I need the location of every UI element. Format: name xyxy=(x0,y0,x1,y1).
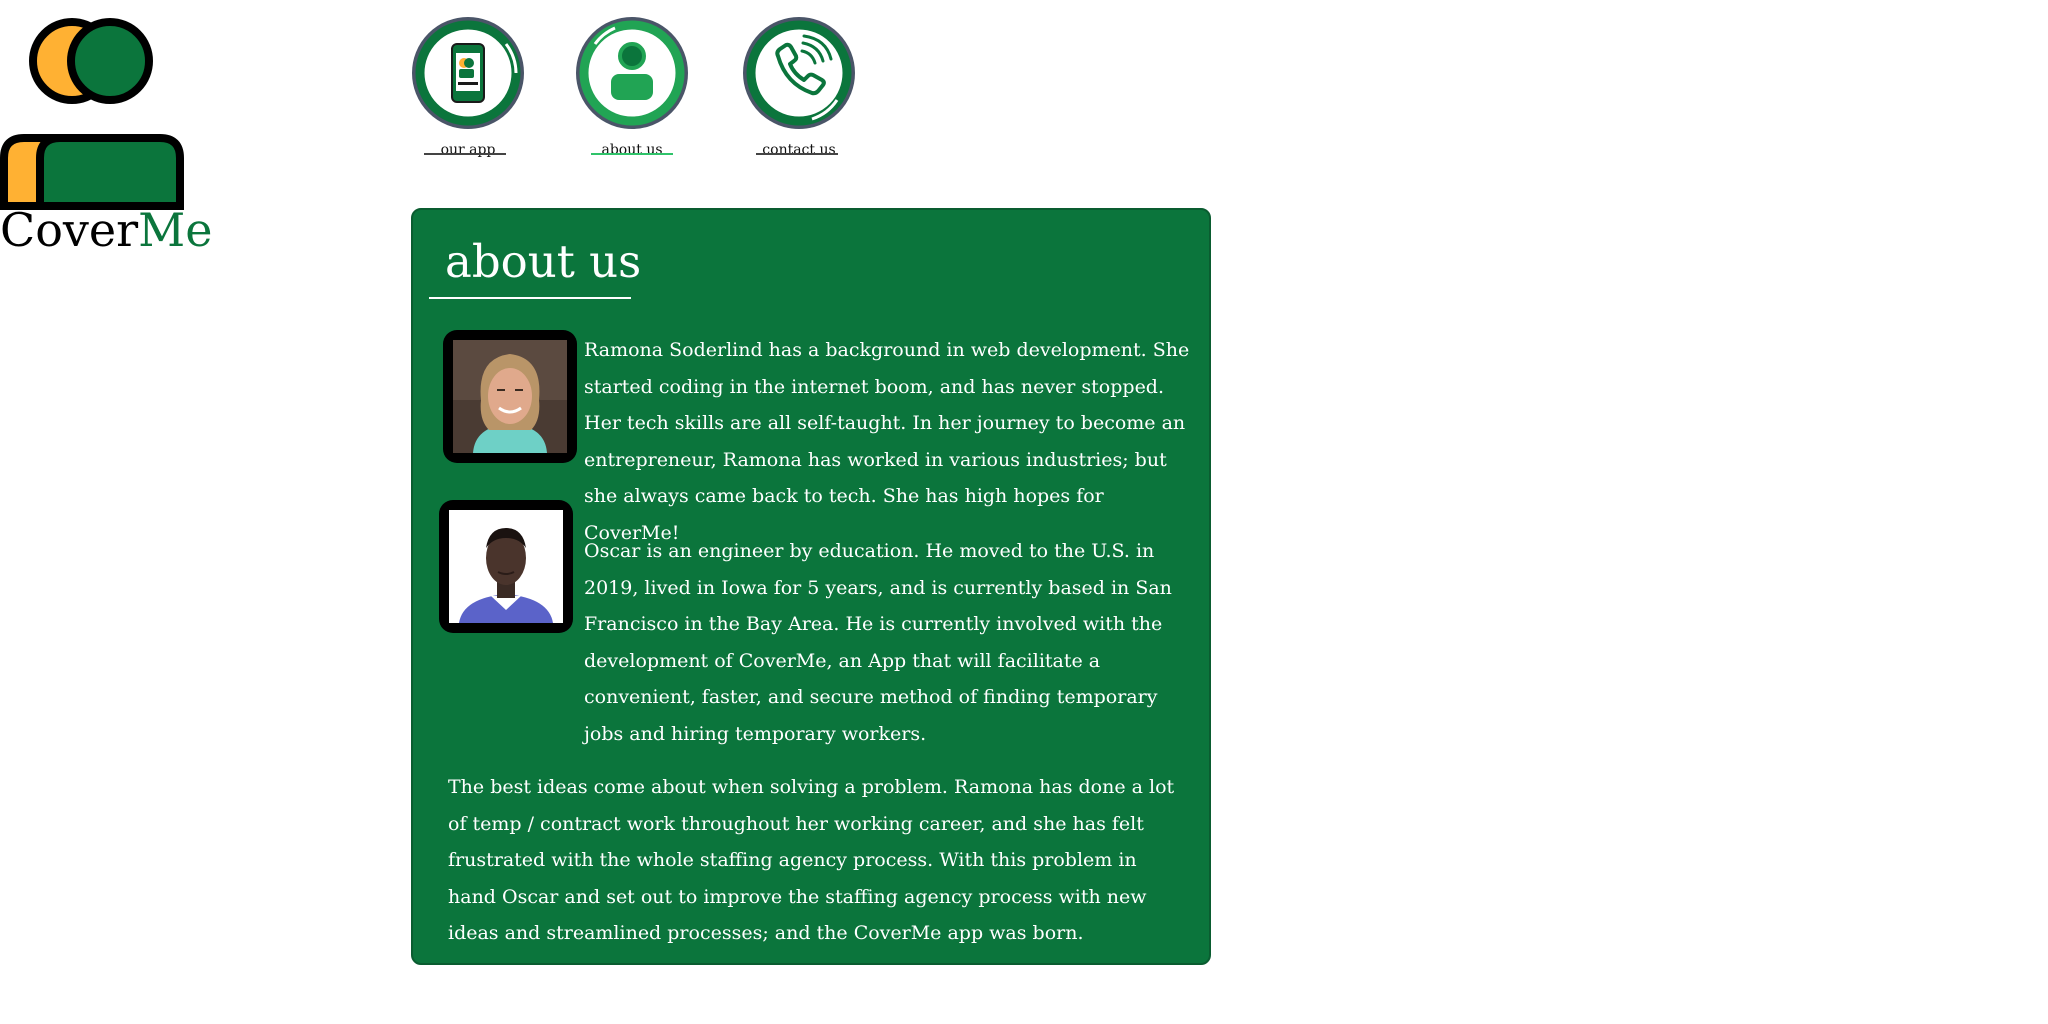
ramona-photo xyxy=(443,330,577,463)
nav-contact-us-label: contact us xyxy=(762,142,836,158)
nav-about-us-label: about us xyxy=(601,142,663,158)
logo-people-icon xyxy=(0,18,184,210)
founding-story: The best ideas come about when solving a… xyxy=(448,776,1175,944)
nav-our-app-label: our app xyxy=(440,142,496,158)
ramona-bio: Ramona Soderlind has a background in web… xyxy=(584,339,1190,544)
phone-call-icon xyxy=(743,17,855,129)
nav-about-us-underline xyxy=(591,153,673,155)
oscar-portrait-icon xyxy=(449,510,563,623)
person-icon xyxy=(576,17,688,129)
logo-wordmark: CoverMe xyxy=(0,202,212,258)
nav-contact-us-underline xyxy=(756,153,838,155)
logo-wordmark-me: Me xyxy=(138,203,213,257)
phone-app-icon xyxy=(412,17,524,129)
about-us-panel: about us Ramona Soderlind has a backgrou… xyxy=(411,208,1211,965)
oscar-photo xyxy=(439,500,573,633)
about-title-rule xyxy=(429,297,631,299)
oscar-bio: Oscar is an engineer by education. He mo… xyxy=(584,540,1172,745)
coverme-logo[interactable]: CoverMe xyxy=(0,16,212,257)
about-us-title: about us xyxy=(445,235,642,288)
nav-our-app-underline xyxy=(424,153,506,155)
ramona-portrait-icon xyxy=(453,340,567,453)
logo-wordmark-cover: Cover xyxy=(0,203,139,257)
